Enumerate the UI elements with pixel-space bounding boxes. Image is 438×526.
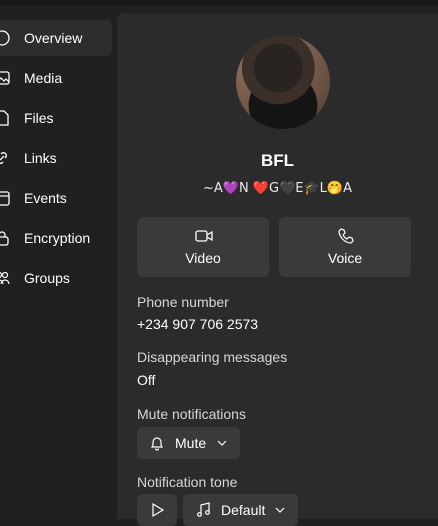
sidebar-item-encryption[interactable]: Encryption	[0, 220, 112, 256]
video-camera-icon	[195, 230, 213, 242]
tone-select[interactable]: Default	[183, 494, 298, 526]
sidebar-item-label: Files	[24, 110, 54, 126]
phone-icon	[338, 228, 354, 244]
tone-select-value: Default	[221, 502, 266, 518]
sidebar-item-label: Events	[24, 190, 67, 206]
avatar[interactable]	[236, 35, 330, 129]
link-icon	[0, 152, 7, 164]
chevron-down-icon	[275, 507, 285, 513]
lock-icon	[0, 231, 9, 246]
music-note-icon	[197, 502, 210, 517]
sidebar-item-overview[interactable]: Overview	[0, 20, 112, 56]
image-icon	[0, 71, 10, 85]
disappearing-messages-label: Disappearing messages	[137, 349, 288, 365]
voice-call-label: Voice	[327, 250, 363, 266]
video-call-label: Video	[185, 250, 221, 266]
play-icon	[152, 502, 165, 518]
play-tone-button[interactable]	[137, 494, 177, 526]
sidebar-item-label: Groups	[24, 270, 70, 286]
sidebar-item-events[interactable]: Events	[0, 180, 112, 216]
sidebar-item-label: Encryption	[24, 230, 91, 246]
sidebar-item-label: Overview	[24, 30, 83, 46]
chevron-down-icon	[217, 440, 227, 446]
calendar-icon	[0, 191, 10, 206]
sidebar-item-files[interactable]: Files	[0, 100, 112, 136]
disappearing-messages-value[interactable]: Off	[137, 372, 155, 388]
mute-button[interactable]: Mute	[137, 427, 240, 459]
sidebar: Overview Media Files Links Events Encryp…	[0, 5, 117, 519]
notification-tone-label: Notification tone	[137, 474, 238, 490]
phone-number-label: Phone number	[137, 294, 229, 310]
bell-icon	[151, 437, 163, 451]
voice-call-button[interactable]: Voice	[279, 217, 411, 277]
phone-number-value: +234 907 706 2573	[137, 316, 259, 332]
video-call-button[interactable]: Video	[137, 217, 269, 277]
sidebar-item-groups[interactable]: Groups	[0, 260, 112, 296]
sidebar-item-label: Links	[24, 150, 57, 166]
sidebar-item-media[interactable]: Media	[0, 60, 112, 96]
file-icon	[0, 110, 9, 126]
contact-name: BFL	[260, 151, 295, 170]
mute-button-label: Mute	[175, 435, 207, 451]
people-icon	[0, 271, 10, 285]
mute-notifications-label: Mute notifications	[137, 406, 246, 422]
info-icon	[0, 30, 10, 46]
sidebar-item-links[interactable]: Links	[0, 140, 112, 176]
sidebar-item-label: Media	[24, 70, 63, 86]
contact-status: ~A💜N ❤️G🖤E🎓L🤭A	[203, 181, 352, 196]
